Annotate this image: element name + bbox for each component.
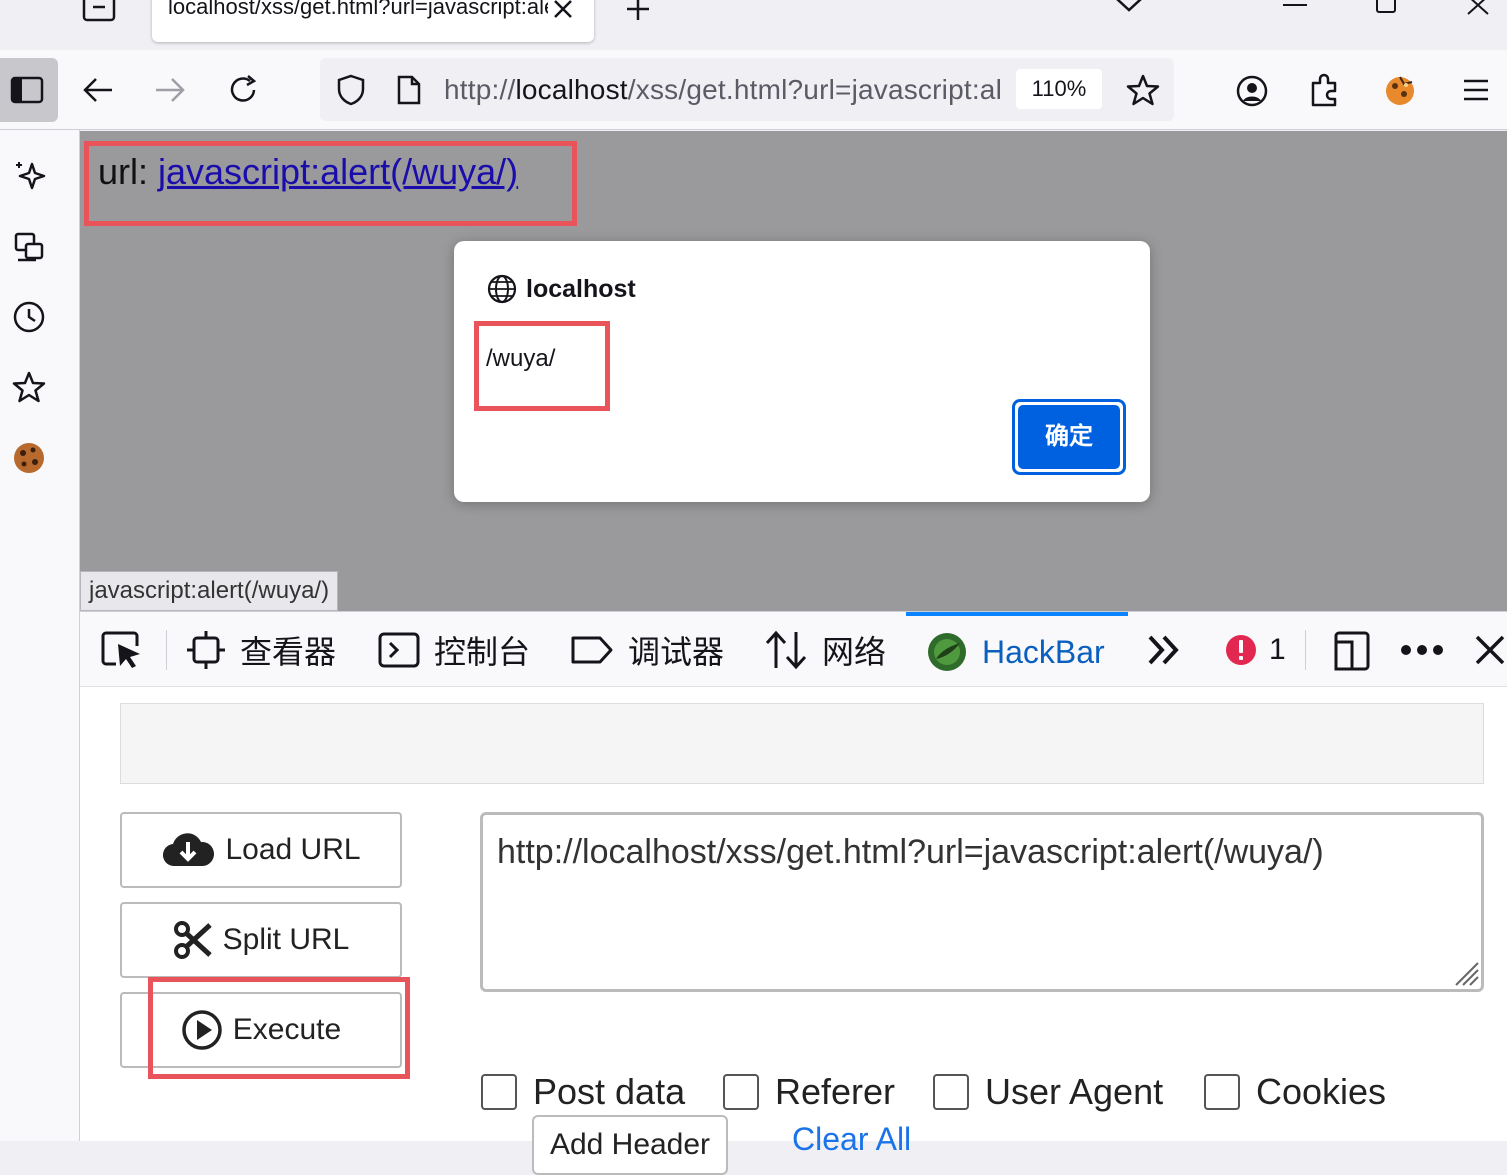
add-header-button[interactable]: Add Header — [532, 1115, 728, 1175]
post-data-label: Post data — [533, 1071, 686, 1112]
tab-debugger[interactable]: 调试器 — [570, 612, 724, 688]
referer-checkbox[interactable]: Referer — [723, 1071, 895, 1113]
alert-ok-button[interactable]: 确定 — [1012, 399, 1126, 475]
sidebar-toggle-icon[interactable] — [0, 58, 58, 122]
close-window-icon[interactable] — [1466, 0, 1490, 16]
error-icon — [1225, 634, 1257, 666]
tab-network[interactable]: 网络 — [764, 612, 886, 688]
user-agent-checkbox[interactable]: User Agent — [933, 1071, 1163, 1113]
hackbar-url-textarea[interactable]: http://localhost/xss/get.html?url=javasc… — [480, 812, 1484, 992]
user-agent-label: User Agent — [985, 1071, 1164, 1112]
cookies-checkbox[interactable]: Cookies — [1204, 1071, 1386, 1113]
toolbar-separator — [166, 630, 167, 670]
clear-all-link[interactable]: Clear All — [792, 1121, 911, 1158]
zoom-level-badge[interactable]: 110% — [1016, 69, 1102, 109]
tab-strip: localhost/xss/get.html?url=javascript:al… — [0, 0, 1507, 50]
bookmarks-star-icon[interactable] — [12, 370, 48, 406]
toolbar-separator — [1305, 630, 1306, 670]
minimize-window-icon[interactable] — [1282, 2, 1308, 10]
tab-inspector-label: 查看器 — [240, 634, 337, 670]
tab-title: localhost/xss/get.html?url=javascript:al… — [168, 0, 548, 19]
tracking-protection-shield-icon[interactable] — [336, 74, 366, 106]
alert-dialog: localhost /wuya/ 确定 — [454, 241, 1150, 502]
highlight-execute-box — [148, 977, 410, 1079]
tab-hackbar[interactable]: HackBar — [906, 612, 1128, 688]
tab-inspector[interactable]: 查看器 — [186, 612, 336, 688]
tab-console[interactable]: 控制台 — [378, 612, 530, 688]
page-content: url: javascript:alert(/wuya/) localhost … — [80, 131, 1507, 611]
maximize-window-icon[interactable] — [1375, 0, 1399, 16]
split-url-label: Split URL — [222, 923, 350, 956]
tab-list-icon[interactable] — [82, 0, 116, 24]
back-arrow-icon[interactable] — [82, 76, 114, 104]
extensions-puzzle-icon[interactable] — [1309, 73, 1341, 107]
referer-label: Referer — [775, 1071, 896, 1112]
link-status-tooltip: javascript:alert(/wuya/) — [80, 571, 339, 611]
history-clock-icon[interactable] — [12, 300, 48, 336]
url-host: localhost — [515, 74, 628, 105]
more-tabs-chevron-icon[interactable] — [1146, 634, 1182, 666]
page-info-icon[interactable] — [396, 74, 422, 106]
close-devtools-icon[interactable] — [1474, 634, 1506, 666]
error-count: 1 — [1269, 633, 1286, 666]
url-text[interactable]: http://localhost/xss/get.html?url=javasc… — [444, 74, 1000, 106]
error-count-indicator[interactable]: 1 — [1225, 612, 1286, 688]
globe-icon — [486, 273, 518, 305]
url-path: /xss/get.html?url=javascript:alert(/wuya… — [627, 74, 1000, 105]
user-agent-checkbox-box[interactable] — [933, 1074, 969, 1110]
list-all-tabs-icon[interactable] — [1114, 0, 1144, 14]
tab-hackbar-label: HackBar — [982, 633, 1105, 670]
cookies-label: Cookies — [1256, 1071, 1387, 1112]
referer-checkbox-box[interactable] — [723, 1074, 759, 1110]
synced-tabs-icon[interactable] — [12, 230, 48, 266]
app-menu-hamburger-icon[interactable] — [1462, 78, 1490, 102]
navigation-toolbar: http://localhost/xss/get.html?url=javasc… — [0, 50, 1507, 130]
element-picker-icon[interactable] — [100, 630, 144, 670]
load-url-button[interactable]: Load URL — [120, 812, 402, 888]
address-bar[interactable]: http://localhost/xss/get.html?url=javasc… — [320, 58, 1174, 121]
bookmark-star-icon[interactable] — [1126, 73, 1160, 107]
hackbar-panel: Load URL Split URL Execute http://localh… — [80, 687, 1507, 1175]
tab-console-label: 控制台 — [434, 634, 531, 670]
alert-ok-label: 确定 — [1018, 405, 1120, 469]
alert-origin: localhost — [526, 275, 636, 303]
scissors-icon — [173, 920, 213, 960]
reload-icon[interactable] — [226, 73, 260, 107]
highlight-url-box — [84, 141, 577, 226]
devtools-toolbar: 查看器 控制台 调试器 网络 HackBar 1 — [80, 611, 1507, 687]
tab-network-label: 网络 — [822, 634, 887, 670]
cookie-icon[interactable] — [12, 440, 48, 476]
inspector-icon — [186, 630, 226, 670]
ai-sparkle-icon[interactable] — [12, 158, 48, 194]
console-icon — [378, 630, 420, 670]
tab-debugger-label: 调试器 — [628, 634, 725, 670]
responsive-design-mode-icon[interactable] — [1332, 630, 1372, 672]
account-icon[interactable] — [1235, 74, 1269, 108]
more-options-ellipsis-icon[interactable] — [1400, 644, 1444, 656]
debugger-icon — [570, 630, 614, 670]
cookies-checkbox-box[interactable] — [1204, 1074, 1240, 1110]
hackbar-logo-icon — [926, 631, 968, 673]
close-tab-icon[interactable] — [552, 0, 574, 20]
post-data-checkbox[interactable]: Post data — [481, 1071, 685, 1113]
post-data-checkbox-box[interactable] — [481, 1074, 517, 1110]
browser-tab-active[interactable]: localhost/xss/get.html?url=javascript:al… — [152, 0, 594, 42]
split-url-button[interactable]: Split URL — [120, 902, 402, 978]
hackbar-menu-bar — [120, 703, 1484, 784]
forward-arrow-icon[interactable] — [154, 76, 186, 104]
resize-grip-icon[interactable] — [1450, 957, 1480, 987]
highlight-message-box — [474, 321, 610, 411]
cloud-download-icon — [161, 830, 215, 870]
browser-sidebar — [0, 130, 80, 1141]
new-tab-icon[interactable] — [624, 0, 652, 22]
network-arrows-icon — [764, 630, 808, 670]
cookie-extension-icon[interactable] — [1382, 74, 1418, 108]
url-scheme: http:// — [444, 74, 516, 105]
load-url-label: Load URL — [225, 833, 361, 866]
